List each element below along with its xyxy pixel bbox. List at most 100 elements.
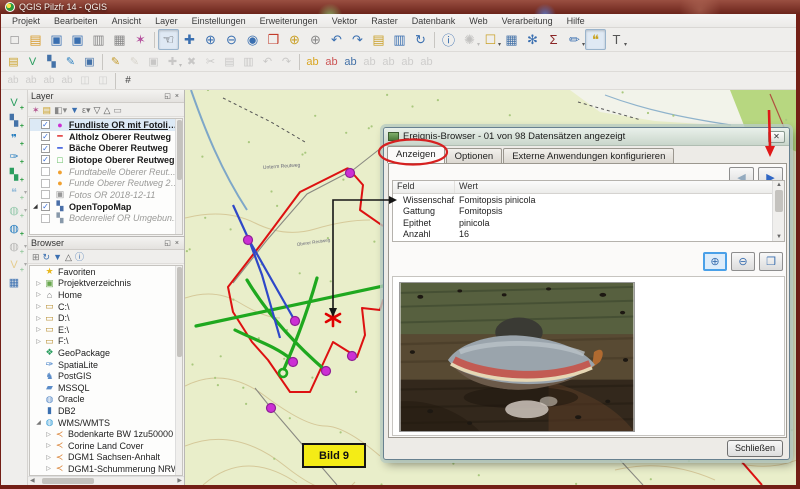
refresh-map-icon[interactable]: ↻	[410, 29, 431, 50]
menu-verarbeitung[interactable]: Verarbeitung	[495, 14, 560, 28]
layers-panel-close-icon[interactable]: ×	[173, 93, 181, 100]
menu-web[interactable]: Web	[462, 14, 494, 28]
add-delimited-text-layer-icon[interactable]: ❞+	[3, 130, 25, 147]
field-calculator-icon[interactable]: ✻	[522, 29, 543, 50]
layer-checkbox[interactable]: ✓	[41, 214, 50, 223]
data-source-manager-icon[interactable]: ▤	[4, 53, 23, 71]
layer-checkbox[interactable]: ✓	[41, 120, 50, 129]
column-header-wert[interactable]: Wert	[455, 181, 784, 193]
browser-panel-float-icon[interactable]: ◱	[162, 239, 173, 247]
save-project-icon[interactable]: ▣	[46, 29, 67, 50]
dialog-title-bar[interactable]: Ereignis-Browser - 01 von 98 Datensätzen…	[384, 128, 789, 146]
browser-item[interactable]: ▷▭E:\	[30, 324, 182, 336]
photo-zoom-extent-button[interactable]: ❒	[759, 252, 783, 271]
remove-layer-icon[interactable]: ▭	[113, 104, 122, 116]
refresh-browser-icon[interactable]: ↻	[43, 251, 51, 263]
add-postgis-layer-icon[interactable]: ▚+	[3, 166, 25, 183]
filter-legend-icon[interactable]: ▼	[70, 104, 79, 116]
browser-hscrollbar[interactable]: ◀▶	[28, 476, 184, 485]
menu-hilfe[interactable]: Hilfe	[560, 14, 592, 28]
zoom-to-layer-icon[interactable]: ⊕	[305, 29, 326, 50]
layer-item[interactable]: ✓□Biotope Oberer Reutweg	[30, 154, 182, 166]
menu-ansicht[interactable]: Ansicht	[105, 14, 149, 28]
change-label-icon[interactable]: ab	[4, 73, 22, 89]
properties-widget-icon[interactable]: ⓘ	[75, 251, 84, 263]
layer-item[interactable]: ✓●Fundliste OR mit Fotolinks	[30, 119, 182, 131]
layers-panel-float-icon[interactable]: ◱	[162, 92, 173, 100]
add-wcs-layer-icon[interactable]: ◍▾+	[3, 238, 25, 255]
pan-to-selection-icon[interactable]: ✚	[179, 29, 200, 50]
browser-item[interactable]: ★Favoriten	[30, 266, 182, 278]
browser-scrollbar[interactable]	[175, 266, 182, 475]
copy-features-icon[interactable]: ▤	[220, 53, 239, 71]
new-bookmark-icon[interactable]: ▤	[368, 29, 389, 50]
photo-zoom-in-button[interactable]: ⊕	[703, 252, 727, 271]
measure-line-icon[interactable]: ✏▾	[564, 29, 585, 50]
layer-checkbox[interactable]: ✓	[41, 190, 50, 199]
add-mssql-layer-icon[interactable]: ❝▾+	[3, 184, 25, 201]
browser-item[interactable]: ▰MSSQL	[30, 382, 182, 394]
menu-vektor[interactable]: Vektor	[325, 14, 365, 28]
browser-item[interactable]: ❖GeoPackage	[30, 347, 182, 359]
add-oracle-layer-icon[interactable]: ◍▾+	[3, 202, 25, 219]
undo-icon[interactable]: ↶	[258, 53, 277, 71]
new-project-icon[interactable]: □	[4, 29, 25, 50]
manage-map-themes-icon[interactable]: ◧▾	[54, 104, 67, 116]
open-attribute-table-icon[interactable]: ▦	[501, 29, 522, 50]
browser-panel-close-icon[interactable]: ×	[173, 240, 181, 247]
filter-by-expression-icon[interactable]: ε▾	[82, 104, 91, 116]
save-edits-icon[interactable]: ▣	[144, 53, 163, 71]
open-layer-styling-icon[interactable]: ✶	[32, 104, 40, 116]
menu-layer[interactable]: Layer	[148, 14, 185, 28]
menu-bearbeiten[interactable]: Bearbeiten	[47, 14, 105, 28]
add-wfs-layer-icon[interactable]: V▾+	[3, 256, 25, 273]
zoom-full-icon[interactable]: ❒	[263, 29, 284, 50]
layer-item[interactable]: ✓▣Fotos OR 2018-12-11	[30, 189, 182, 201]
open-project-icon[interactable]: ▤	[25, 29, 46, 50]
map-tips-icon[interactable]: ❝	[585, 29, 606, 50]
menu-projekt[interactable]: Projekt	[5, 14, 47, 28]
zoom-next-icon[interactable]: ↷	[347, 29, 368, 50]
layout-manager-icon[interactable]: ▦	[109, 29, 130, 50]
browser-item[interactable]: ▷▣Projektverzeichnis	[30, 278, 182, 290]
menu-datenbank[interactable]: Datenbank	[405, 14, 463, 28]
add-wms-layer-icon[interactable]: ◍+	[3, 220, 25, 237]
rotate-label-icon[interactable]: ab	[417, 53, 436, 71]
zoom-last-icon[interactable]: ↶	[326, 29, 347, 50]
menu-raster[interactable]: Raster	[364, 14, 405, 28]
photo-zoom-out-button[interactable]: ⊖	[731, 252, 755, 271]
layer-item[interactable]: ✓━Bäche Oberer Reutweg	[30, 142, 182, 154]
table-row[interactable]: Epithetpinicola	[393, 217, 784, 229]
dialog-close-icon[interactable]: ✕	[768, 131, 785, 143]
browser-item[interactable]: ▷≺Corine Land Cover	[30, 440, 182, 452]
column-header-feld[interactable]: Feld	[393, 181, 455, 193]
delete-selected-icon[interactable]: ✖	[182, 53, 201, 71]
move-label-icon[interactable]: ab	[398, 53, 417, 71]
pin-labels-icon[interactable]: ab	[360, 53, 379, 71]
add-mesh-layer-icon[interactable]: ✎	[61, 53, 80, 71]
layer-item[interactable]: ◢✓▚OpenTopoMap	[30, 201, 182, 213]
menu-einstellungen[interactable]: Einstellungen	[185, 14, 253, 28]
highlight-labels-icon[interactable]: ab	[379, 53, 398, 71]
tab-optionen[interactable]: Optionen	[446, 148, 503, 163]
zoom-to-selection-icon[interactable]: ⊕	[284, 29, 305, 50]
digitize-options-icon[interactable]: ✚▾	[163, 53, 182, 71]
schliessen-button[interactable]: Schließen	[727, 440, 783, 457]
add-spatialite-layer-icon[interactable]: ✑+	[3, 148, 25, 165]
label-properties-icon[interactable]: ab	[22, 73, 40, 89]
layer-checkbox[interactable]: ✓	[41, 155, 50, 164]
new-virtual-layer-icon[interactable]: ▦	[3, 274, 25, 291]
collapse-all-icon[interactable]: △	[65, 251, 72, 263]
browser-item[interactable]: ▷≺Bodenkarte BW 1zu50000	[30, 428, 182, 440]
identify-features-icon[interactable]: ⓘ	[438, 29, 459, 50]
new-shapefile-grid-icon[interactable]: #	[119, 73, 137, 89]
paste-features-icon[interactable]: ▥	[239, 53, 258, 71]
new-layout-icon[interactable]: ▥	[88, 29, 109, 50]
add-vector-layer-icon[interactable]: V+	[3, 94, 25, 111]
add-raster-layer-icon[interactable]: ▚+	[3, 112, 25, 129]
label-options-icon[interactable]: ab	[303, 53, 322, 71]
table-row[interactable]: Anzahl16	[393, 229, 784, 241]
layer-checkbox[interactable]: ✓	[41, 179, 50, 188]
browser-item[interactable]: ▮DB2	[30, 405, 182, 417]
select-features-icon[interactable]: ☐▾	[480, 29, 501, 50]
